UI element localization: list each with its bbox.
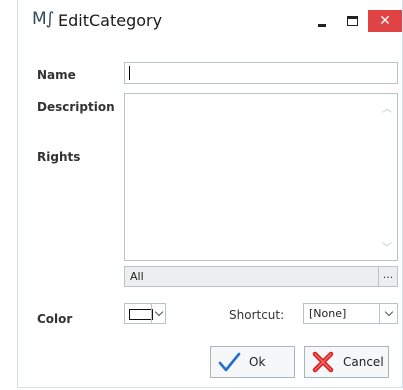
shortcut-dropdown-button[interactable] — [379, 304, 397, 323]
color-dropdown-button[interactable] — [151, 304, 165, 323]
name-label: Name — [37, 68, 76, 82]
rights-label: Rights — [37, 150, 81, 164]
edit-category-dialog: M∫ EditCategory ✕ Name Description ︿ ﹀ R… — [17, 0, 403, 388]
color-picker[interactable] — [124, 303, 166, 324]
maximize-button[interactable] — [338, 10, 366, 32]
scroll-down-arrow-icon[interactable]: ﹀ — [382, 239, 392, 254]
cancel-label: Cancel — [343, 355, 384, 369]
chevron-down-icon — [154, 307, 163, 317]
description-textarea[interactable]: ︿ ﹀ — [124, 93, 398, 261]
shortcut-value: [None] — [309, 307, 347, 320]
description-label: Description — [37, 100, 115, 114]
title-bar: M∫ EditCategory ✕ — [18, 0, 402, 44]
app-logo: M∫ — [32, 9, 55, 29]
scroll-up-arrow-icon[interactable]: ︿ — [382, 100, 392, 115]
chevron-down-icon — [384, 307, 393, 317]
ok-button[interactable]: Ok — [210, 346, 295, 378]
shortcut-select[interactable]: [None] — [303, 303, 398, 324]
text-caret — [129, 66, 130, 80]
color-label: Color — [37, 312, 73, 326]
minimize-button[interactable] — [308, 10, 336, 32]
shortcut-label: Shortcut: — [229, 308, 285, 322]
rights-browse-button[interactable]: ... — [378, 267, 397, 286]
checkmark-icon — [218, 352, 241, 372]
rights-field[interactable]: All ... — [124, 266, 398, 287]
window-title: EditCategory — [58, 11, 163, 30]
ok-label: Ok — [249, 355, 266, 369]
close-icon: ✕ — [379, 13, 391, 29]
cancel-button[interactable]: Cancel — [304, 346, 389, 378]
name-input[interactable] — [124, 62, 398, 84]
red-x-icon — [312, 351, 334, 373]
rights-value: All — [130, 270, 144, 283]
color-swatch — [129, 309, 153, 320]
close-button[interactable]: ✕ — [368, 10, 402, 32]
